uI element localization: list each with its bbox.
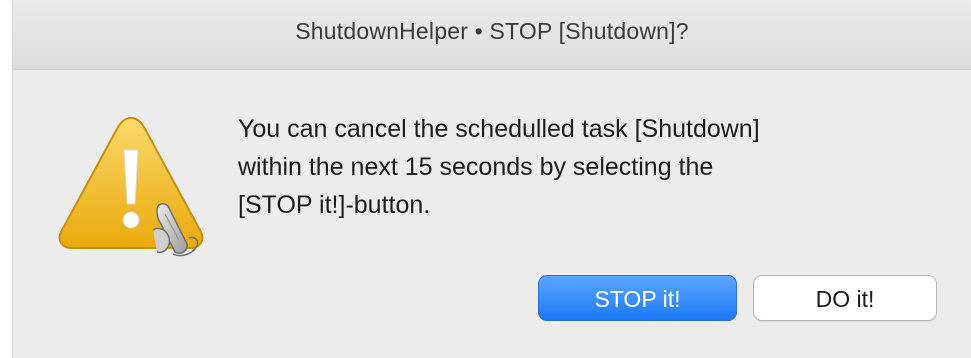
title-bar[interactable]: ShutdownHelper • STOP [Shutdown]? [13, 0, 971, 70]
window-title: ShutdownHelper • STOP [Shutdown]? [295, 18, 689, 44]
do-button[interactable]: DO it! [753, 275, 937, 321]
message-line: [STOP it!]-button. [238, 191, 431, 219]
alert-dialog: ShutdownHelper • STOP [Shutdown]? You ca… [12, 0, 971, 358]
alert-message: You can cancel the schedulled task [Shut… [238, 110, 938, 224]
stop-button[interactable]: STOP it! [538, 275, 737, 321]
message-line: You can cancel the schedulled task [Shut… [238, 115, 760, 143]
warning-triangle-icon [53, 112, 213, 262]
message-line: within the next 15 seconds by selecting … [238, 153, 714, 181]
